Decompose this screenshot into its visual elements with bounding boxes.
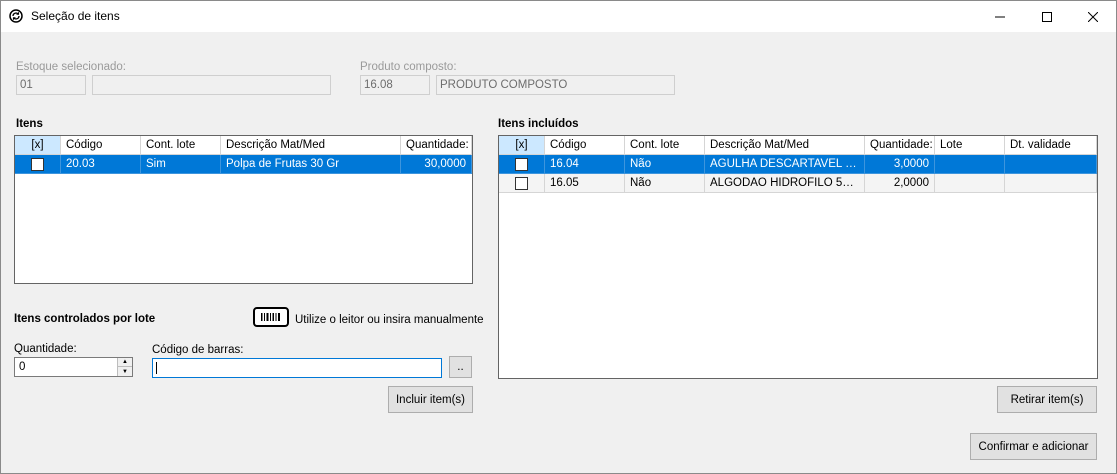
spin-down-button[interactable]: ▼	[117, 367, 132, 376]
itens-incluidos-grid-header: [x] Código Cont. lote Descrição Mat/Med …	[499, 136, 1097, 155]
window-title: Seleção de itens	[31, 9, 120, 23]
column-header[interactable]: Quantidade:	[401, 136, 472, 155]
row-checkbox-cell[interactable]	[499, 174, 545, 193]
sync-circle-icon	[9, 9, 23, 23]
column-header[interactable]: Código	[61, 136, 141, 155]
itens-incluidos-title: Itens incluídos	[498, 118, 579, 130]
itens-grid[interactable]: [x] Código Cont. lote Descrição Mat/Med …	[14, 135, 473, 284]
produto-label: Produto composto:	[360, 61, 457, 73]
browse-button[interactable]: ..	[449, 356, 472, 378]
close-icon	[1088, 11, 1098, 22]
lote-cell	[935, 155, 1005, 174]
descricao-cell: Polpa de Frutas 30 Gr	[221, 155, 401, 174]
maximize-icon	[1042, 11, 1052, 22]
maximize-button[interactable]	[1024, 1, 1070, 32]
cont-lote-cell: Não	[625, 174, 705, 193]
row-checkbox[interactable]	[515, 176, 528, 190]
descricao-cell: AGULHA DESCARTAVEL 40x1...	[705, 155, 865, 174]
close-button[interactable]	[1070, 1, 1116, 32]
estoque-code-field: 01	[16, 75, 86, 95]
title-bar: Seleção de itens	[1, 1, 1116, 32]
itens-grid-header: [x] Código Cont. lote Descrição Mat/Med …	[15, 136, 472, 155]
cont-lote-cell: Não	[625, 155, 705, 174]
cont-lote-cell: Sim	[141, 155, 221, 174]
barcode-hint: Utilize o leitor ou insira manualmente	[295, 314, 484, 326]
quantidade-cell: 2,0000	[865, 174, 935, 193]
column-header[interactable]: Cont. lote	[625, 136, 705, 155]
row-checkbox-cell[interactable]	[15, 155, 61, 174]
quantidade-cell: 30,0000	[401, 155, 472, 174]
column-header[interactable]: Descrição Mat/Med	[705, 136, 865, 155]
selection-dialog: Seleção de itens Estoque selecionado: 01…	[0, 0, 1117, 474]
codigo-barras-label: Código de barras:	[152, 344, 244, 356]
minimize-button[interactable]	[977, 1, 1023, 32]
text-caret	[156, 362, 157, 374]
quantidade-stepper[interactable]: 0 ▲ ▼	[14, 357, 133, 377]
quantidade-label: Quantidade:	[14, 343, 77, 355]
confirmar-button[interactable]: Confirmar e adicionar	[970, 433, 1097, 460]
validade-cell	[1005, 174, 1097, 193]
codigo-cell: 16.05	[545, 174, 625, 193]
validade-cell	[1005, 155, 1097, 174]
column-header[interactable]: Dt. validade	[1005, 136, 1097, 155]
table-row[interactable]: 16.04 Não AGULHA DESCARTAVEL 40x1... 3,0…	[499, 155, 1097, 174]
quantidade-value: 0	[19, 361, 26, 373]
table-row[interactable]: 16.05 Não ALGODAO HIDROFILO 500G... 2,00…	[499, 174, 1097, 193]
retirar-button[interactable]: Retirar item(s)	[997, 386, 1097, 413]
barcode-input[interactable]	[152, 358, 442, 378]
column-header[interactable]: [x]	[15, 136, 61, 155]
column-header[interactable]: Quantidade:	[865, 136, 935, 155]
produto-code-field: 16.08	[360, 75, 430, 95]
estoque-label: Estoque selecionado:	[16, 61, 126, 73]
codigo-cell: 16.04	[545, 155, 625, 174]
barcode-scanner-icon	[253, 307, 289, 327]
produto-name-field: PRODUTO COMPOSTO	[436, 75, 675, 95]
row-checkbox[interactable]	[515, 157, 528, 171]
itens-title: Itens	[16, 118, 43, 130]
incluir-button[interactable]: Incluir item(s)	[388, 386, 473, 413]
column-header[interactable]: Cont. lote	[141, 136, 221, 155]
codigo-cell: 20.03	[61, 155, 141, 174]
spin-up-button[interactable]: ▲	[117, 358, 132, 367]
lote-section-title: Itens controlados por lote	[14, 313, 156, 325]
quantidade-cell: 3,0000	[865, 155, 935, 174]
lote-cell	[935, 174, 1005, 193]
column-header[interactable]: [x]	[499, 136, 545, 155]
minimize-icon	[995, 16, 1005, 17]
table-row[interactable]: 20.03 Sim Polpa de Frutas 30 Gr 30,0000	[15, 155, 472, 174]
itens-incluidos-grid[interactable]: [x] Código Cont. lote Descrição Mat/Med …	[498, 135, 1098, 379]
column-header[interactable]: Descrição Mat/Med	[221, 136, 401, 155]
row-checkbox-cell[interactable]	[499, 155, 545, 174]
column-header[interactable]: Código	[545, 136, 625, 155]
descricao-cell: ALGODAO HIDROFILO 500G...	[705, 174, 865, 193]
estoque-name-field	[92, 75, 331, 95]
row-checkbox[interactable]	[31, 157, 44, 171]
column-header[interactable]: Lote	[935, 136, 1005, 155]
